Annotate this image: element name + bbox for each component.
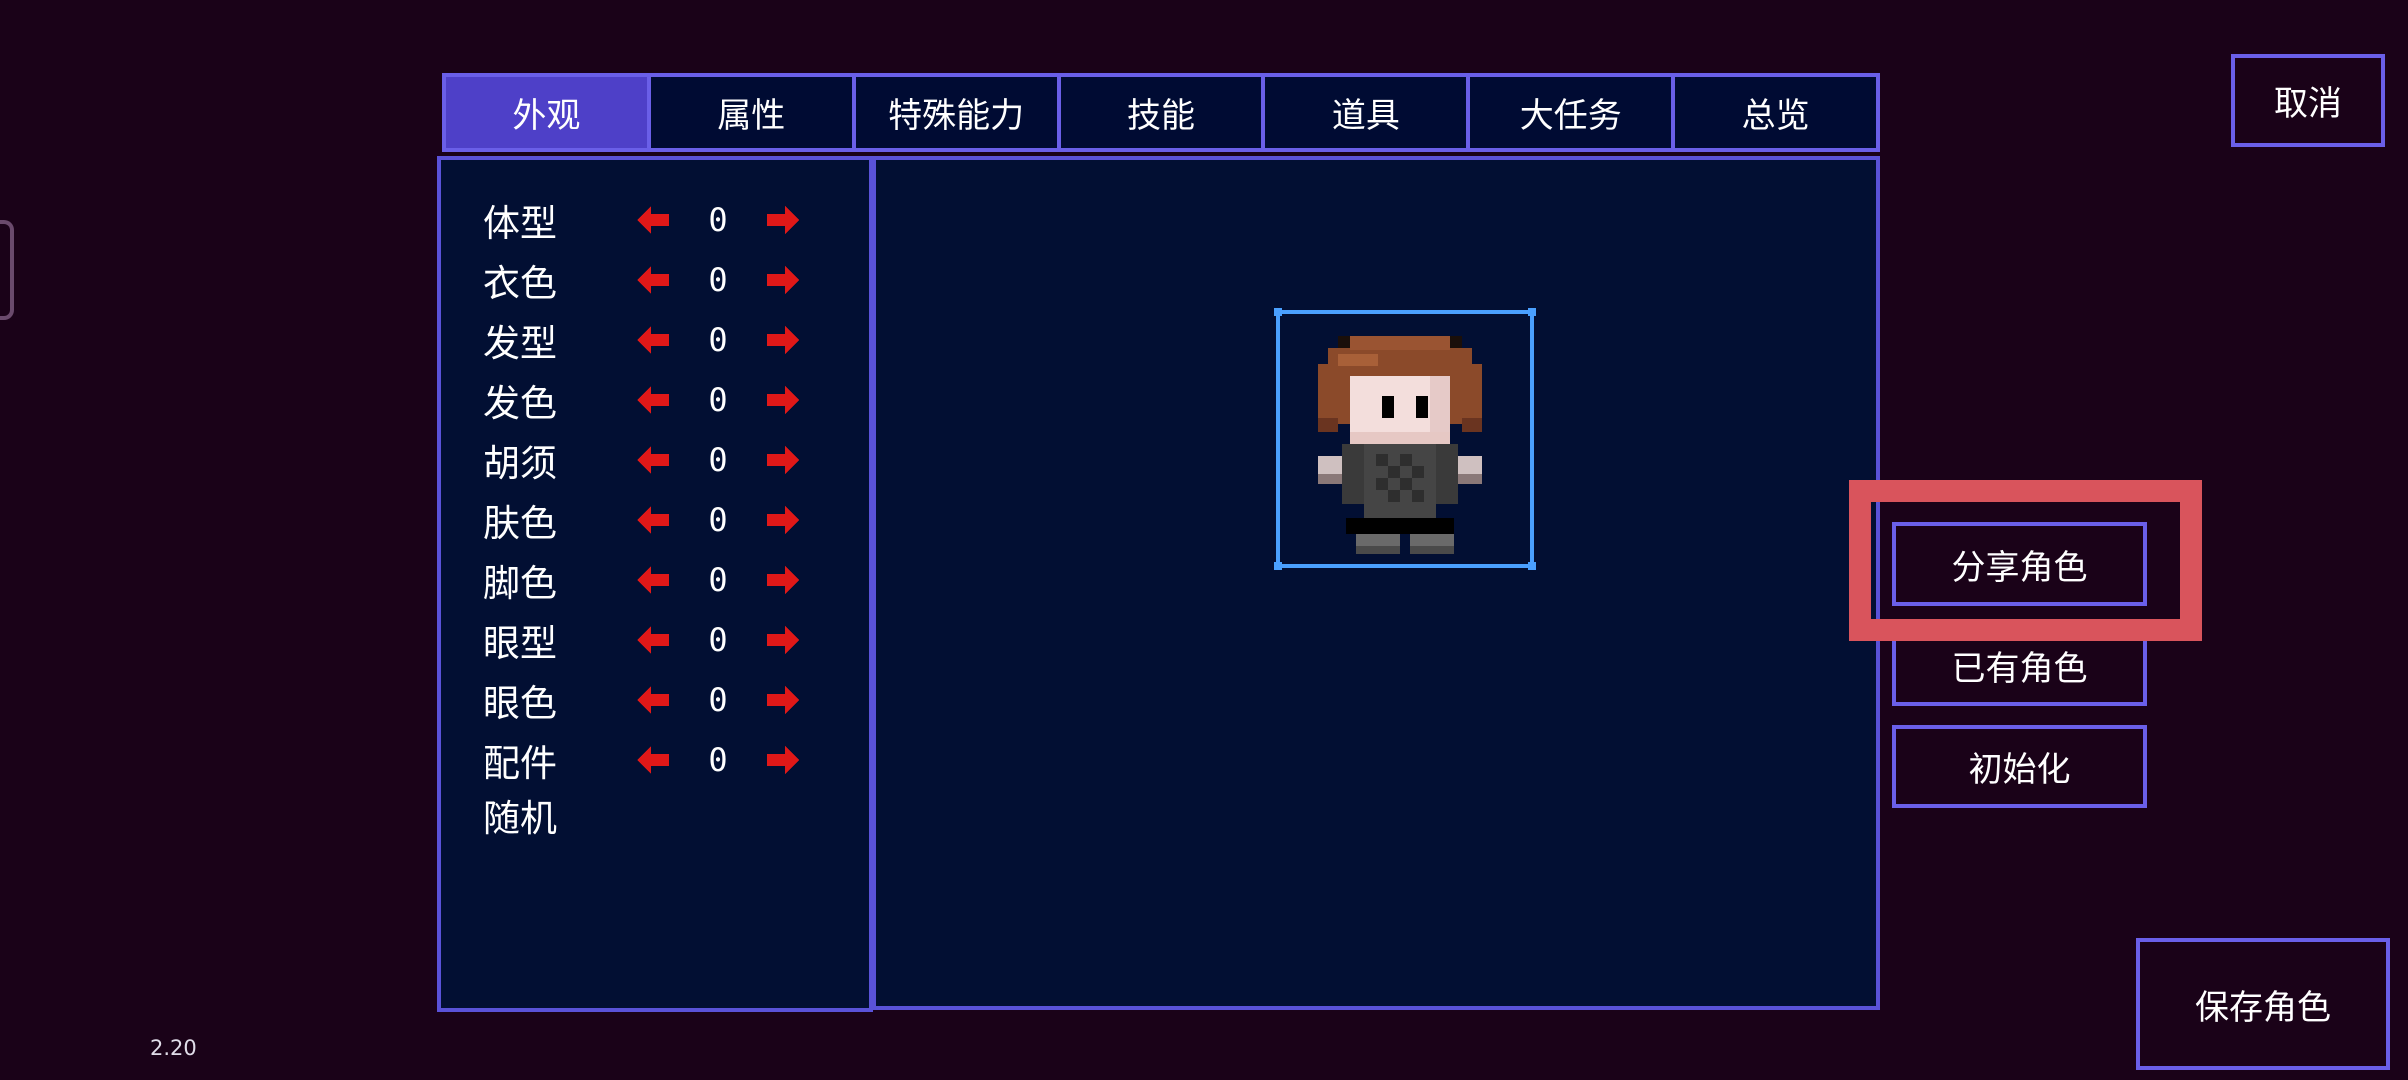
attribute-label: 眼色 [483, 682, 557, 725]
left-arrow-icon[interactable] [633, 320, 673, 360]
attribute-value: 0 [708, 261, 728, 299]
appearance-options-panel: 随机 体型 0 衣色 0 发型 0 发色 0 胡须 0 肤色 0 脚色 0 眼型 0 眼色 0 配件 0 [437, 156, 873, 1012]
tab-attributes[interactable]: 属性 [646, 73, 856, 152]
attribute-row: 衣色 0 [483, 255, 843, 305]
left-arrow-icon[interactable] [633, 560, 673, 600]
tab-items[interactable]: 道具 [1261, 73, 1471, 152]
attribute-row: 发色 0 [483, 375, 843, 425]
attribute-value: 0 [708, 501, 728, 539]
left-arrow-icon[interactable] [633, 680, 673, 720]
left-arrow-icon[interactable] [633, 380, 673, 420]
attribute-label: 体型 [483, 202, 557, 245]
tab-skills[interactable]: 技能 [1056, 73, 1266, 152]
attribute-label: 胡须 [483, 442, 557, 485]
cancel-button[interactable]: 取消 [2231, 54, 2385, 147]
right-arrow-icon[interactable] [763, 320, 803, 360]
tab-bar: 外观 属性 特殊能力 技能 道具 大任务 总览 [442, 73, 1881, 152]
attribute-label: 发色 [483, 382, 557, 425]
attribute-row: 配件 0 [483, 735, 843, 785]
attribute-row: 发型 0 [483, 315, 843, 365]
right-arrow-icon[interactable] [763, 740, 803, 780]
attribute-row: 眼色 0 [483, 675, 843, 725]
version-label: 2.20 [150, 1036, 197, 1060]
attribute-label: 发型 [483, 322, 557, 365]
save-character-button[interactable]: 保存角色 [2136, 938, 2390, 1070]
left-arrow-icon[interactable] [633, 200, 673, 240]
right-arrow-icon[interactable] [763, 440, 803, 480]
attribute-row: 眼型 0 [483, 615, 843, 665]
character-preview-panel [872, 156, 1880, 1010]
attribute-label: 眼型 [483, 622, 557, 665]
right-arrow-icon[interactable] [763, 260, 803, 300]
attribute-row: 肤色 0 [483, 495, 843, 545]
attribute-value: 0 [708, 741, 728, 779]
right-arrow-icon[interactable] [763, 620, 803, 660]
attribute-row: 胡须 0 [483, 435, 843, 485]
left-arrow-icon[interactable] [633, 740, 673, 780]
left-arrow-icon[interactable] [633, 260, 673, 300]
attribute-value: 0 [708, 621, 728, 659]
character-portrait-frame [1274, 308, 1536, 570]
attribute-value: 0 [708, 681, 728, 719]
randomize-option[interactable]: 随机 [483, 788, 557, 842]
attribute-value: 0 [708, 381, 728, 419]
attribute-label: 脚色 [483, 562, 557, 605]
right-arrow-icon[interactable] [763, 560, 803, 600]
right-arrow-icon[interactable] [763, 380, 803, 420]
character-sprite [1318, 336, 1482, 554]
left-arrow-icon[interactable] [633, 620, 673, 660]
tab-overview[interactable]: 总览 [1671, 73, 1881, 152]
attribute-label: 配件 [483, 742, 557, 785]
attribute-row: 体型 0 [483, 195, 843, 245]
attribute-label: 肤色 [483, 502, 557, 545]
highlight-annotation-box [1849, 480, 2202, 641]
attribute-value: 0 [708, 201, 728, 239]
attribute-row: 脚色 0 [483, 555, 843, 605]
right-arrow-icon[interactable] [763, 500, 803, 540]
side-drawer-handle[interactable] [0, 220, 14, 320]
tab-appearance[interactable]: 外观 [442, 73, 651, 152]
left-arrow-icon[interactable] [633, 440, 673, 480]
attribute-value: 0 [708, 441, 728, 479]
right-arrow-icon[interactable] [763, 200, 803, 240]
left-arrow-icon[interactable] [633, 500, 673, 540]
tab-main-quest[interactable]: 大任务 [1466, 73, 1676, 152]
reset-button[interactable]: 初始化 [1892, 725, 2147, 808]
attribute-value: 0 [708, 561, 728, 599]
tab-special-abilities[interactable]: 特殊能力 [851, 73, 1061, 152]
attribute-value: 0 [708, 321, 728, 359]
attribute-label: 衣色 [483, 262, 557, 305]
right-arrow-icon[interactable] [763, 680, 803, 720]
